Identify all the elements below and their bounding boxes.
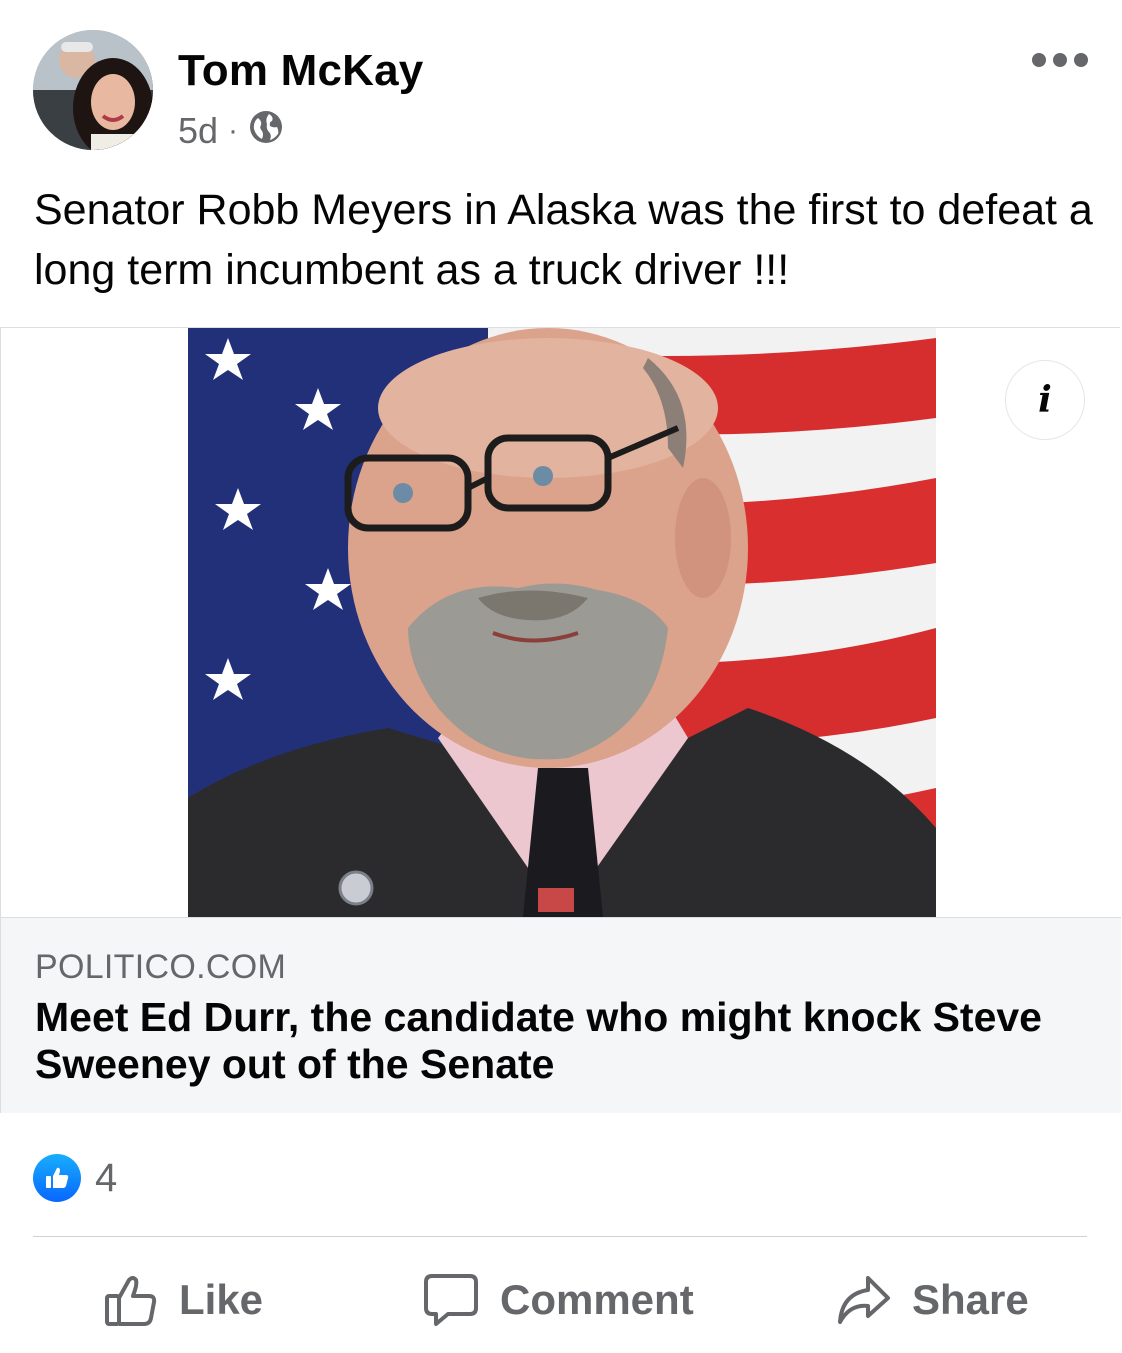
link-preview-photo[interactable] <box>188 328 936 917</box>
more-options-button[interactable] <box>1032 50 1088 70</box>
post-timestamp[interactable]: 5d <box>178 110 218 152</box>
action-divider <box>33 1236 1087 1237</box>
thumbs-up-icon <box>103 1272 159 1328</box>
share-label: Share <box>912 1276 1029 1323</box>
link-headline[interactable]: Meet Ed Durr, the candidate who might kn… <box>35 994 1095 1088</box>
post-meta: 5d · <box>178 110 284 152</box>
more-dot <box>1074 53 1088 67</box>
more-dot <box>1053 53 1067 67</box>
link-preview-card[interactable]: i POLITICO.COM Meet Ed Durr, the candida… <box>0 327 1121 1113</box>
comment-label: Comment <box>500 1276 694 1323</box>
share-button[interactable]: Share <box>836 1260 1029 1340</box>
post-header: Tom McKay 5d · <box>0 0 1122 170</box>
comment-button[interactable]: Comment <box>422 1260 694 1340</box>
comment-icon <box>422 1272 480 1328</box>
post-caption: Senator Robb Meyers in Alaska was the fi… <box>34 186 1093 294</box>
link-preview-footer[interactable]: POLITICO.COM Meet Ed Durr, the candidate… <box>1 917 1121 1113</box>
info-button[interactable]: i <box>1005 360 1085 440</box>
like-label: Like <box>179 1276 264 1323</box>
reactions-summary[interactable]: 4 <box>33 1154 117 1202</box>
more-dot <box>1032 53 1046 67</box>
share-icon <box>836 1272 892 1328</box>
meta-separator: · <box>228 114 239 147</box>
globe-icon <box>248 109 284 154</box>
like-button[interactable]: Like <box>103 1260 263 1340</box>
author-avatar[interactable] <box>33 30 153 150</box>
link-preview-image-area[interactable]: i <box>1 328 1121 917</box>
like-reaction-icon <box>33 1154 81 1202</box>
link-domain: POLITICO.COM <box>35 948 287 986</box>
author-name[interactable]: Tom McKay <box>178 46 423 96</box>
reaction-count: 4 <box>95 1155 118 1200</box>
info-label: i <box>1038 379 1052 421</box>
action-bar: Like Comment Share <box>0 1260 1122 1340</box>
